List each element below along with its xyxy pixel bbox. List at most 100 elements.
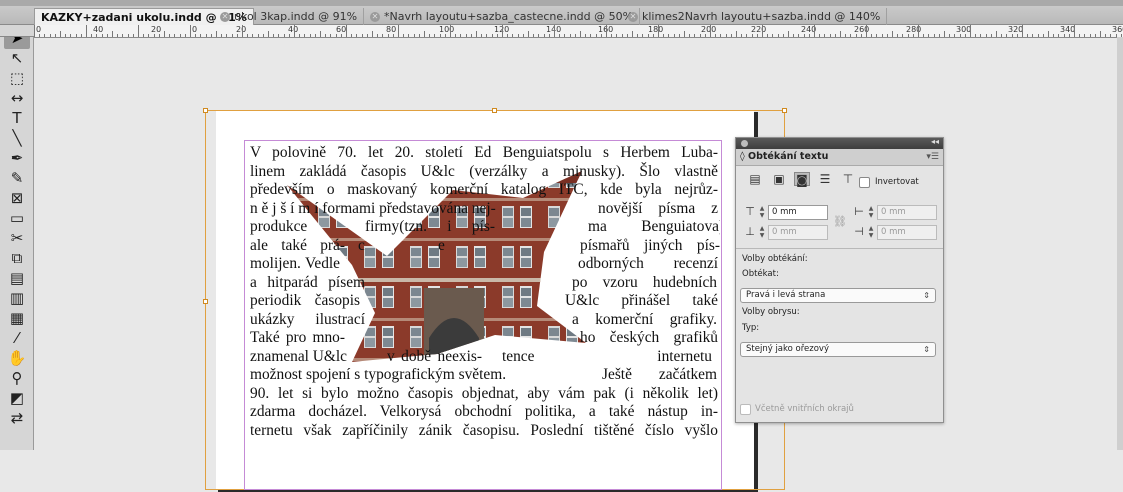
ruler-tick bbox=[372, 31, 373, 37]
ruler-tick bbox=[538, 34, 540, 37]
ruler-tick bbox=[335, 34, 337, 37]
ruler-origin[interactable] bbox=[0, 25, 34, 37]
text-segment: ho českých grafiků bbox=[580, 329, 718, 346]
ruler-tick bbox=[554, 25, 555, 37]
ruler-tick bbox=[647, 34, 649, 37]
ruler-tick bbox=[1032, 34, 1034, 37]
right-offset-stepper[interactable]: ▲ ▼ bbox=[867, 225, 875, 240]
ruler-tick bbox=[912, 34, 914, 37]
direct-selection-tool-icon[interactable]: ↖ bbox=[4, 47, 30, 69]
ruler-tick bbox=[346, 25, 347, 37]
link-offsets-icon[interactable]: ⛓ bbox=[833, 215, 847, 229]
rectangle-frame-tool-icon[interactable]: ⊠ bbox=[4, 187, 30, 209]
zoom-tool-icon[interactable]: ⚲ bbox=[4, 367, 30, 389]
ruler-tick bbox=[356, 34, 358, 37]
ruler-tick bbox=[902, 34, 904, 37]
type-tool-icon[interactable]: T bbox=[4, 107, 30, 129]
ruler-tick bbox=[320, 31, 321, 37]
invert-label: Invertovat bbox=[875, 177, 919, 187]
ruler-label: 340 bbox=[1060, 25, 1076, 34]
body-text-story[interactable]: V polovině 70. let 20. století Ed Bengui… bbox=[250, 144, 720, 488]
panel-title[interactable]: ◊ Obtékání textu bbox=[740, 149, 828, 165]
pen-tool-icon[interactable]: ✒ bbox=[4, 147, 30, 169]
horizontal-ruler[interactable]: 0402002040608010012014016018020022024026… bbox=[34, 25, 1123, 38]
ruler-tick bbox=[824, 34, 826, 37]
panel-menu-icon[interactable]: ▾☰ bbox=[926, 149, 939, 165]
scissors-tool-icon[interactable]: ✂ bbox=[4, 227, 30, 249]
frame-handle[interactable] bbox=[203, 108, 208, 113]
text-line: periodik časopis U&lc přinášel také bbox=[250, 292, 720, 311]
close-icon[interactable]: ✕ bbox=[628, 12, 638, 22]
text-segment: Také pro mno- bbox=[250, 329, 345, 346]
no-wrap-icon[interactable]: ▤ bbox=[747, 172, 763, 186]
ruler-tick bbox=[694, 34, 696, 37]
ruler-tick bbox=[366, 34, 368, 37]
ruler-tick bbox=[798, 34, 800, 37]
ruler-tick bbox=[756, 34, 758, 37]
gradient-feather-tool-icon[interactable]: ▥ bbox=[4, 287, 30, 309]
ruler-tick bbox=[652, 34, 654, 37]
frame-handle[interactable] bbox=[782, 108, 787, 113]
ruler-tick bbox=[673, 34, 675, 37]
wrap-to-select[interactable]: Pravá i levá strana ⇕ bbox=[740, 288, 936, 303]
ruler-tick bbox=[886, 34, 888, 37]
contour-type-select[interactable]: Stejný jako ořezový ⇕ bbox=[740, 342, 936, 357]
jump-object-icon[interactable]: ☰ bbox=[817, 172, 833, 186]
close-icon[interactable]: ✕ bbox=[220, 12, 230, 22]
close-icon[interactable] bbox=[741, 140, 748, 147]
wrap-bounding-box-icon[interactable]: ▣ bbox=[771, 172, 787, 186]
gap-tool-icon[interactable]: ↔ bbox=[4, 87, 30, 109]
top-offset-stepper[interactable]: ▲ ▼ bbox=[758, 205, 766, 220]
select-arrows-icon: ⇕ bbox=[923, 345, 930, 354]
eyedropper-tool-icon[interactable]: ⁄ bbox=[4, 327, 30, 349]
left-offset-field[interactable]: 0 mm bbox=[877, 205, 937, 220]
page-tool-icon[interactable]: ⬚ bbox=[4, 67, 30, 89]
bottom-offset-field[interactable]: 0 mm bbox=[768, 225, 828, 240]
ruler-tick bbox=[1016, 34, 1018, 37]
left-offset-stepper[interactable]: ▲ ▼ bbox=[867, 205, 875, 220]
line-tool-icon[interactable]: ╲ bbox=[4, 127, 30, 149]
ruler-tick bbox=[408, 34, 410, 37]
wrap-object-shape-icon[interactable]: ◙ bbox=[794, 172, 810, 187]
free-transform-tool-icon[interactable]: ⧉ bbox=[4, 247, 30, 269]
frame-handle[interactable] bbox=[492, 108, 497, 113]
pencil-tool-icon[interactable]: ✎ bbox=[4, 167, 30, 189]
bottom-offset-stepper[interactable]: ▲ ▼ bbox=[758, 225, 766, 240]
tab-ukol-3kap[interactable]: ✕ ukol 3kap.indd @ 91% bbox=[214, 8, 365, 25]
ruler-tick bbox=[543, 34, 545, 37]
ruler-label: 100 bbox=[439, 25, 455, 34]
ruler-tick bbox=[148, 34, 150, 37]
ruler-tick bbox=[96, 34, 98, 37]
ruler-tick bbox=[767, 34, 769, 37]
text-segment: firmy(tzn. i pís- bbox=[365, 218, 495, 235]
top-offset-field[interactable]: 0 mm bbox=[768, 205, 828, 220]
scroll-edge[interactable] bbox=[1117, 37, 1123, 450]
hand-tool-icon[interactable]: ✋ bbox=[4, 347, 30, 369]
jump-next-column-icon[interactable]: ⊤ bbox=[840, 172, 856, 186]
include-inside-edges-checkbox[interactable] bbox=[740, 404, 751, 415]
frame-handle[interactable] bbox=[203, 299, 208, 304]
invert-checkbox[interactable] bbox=[859, 177, 870, 188]
rectangle-tool-icon[interactable]: ▭ bbox=[4, 207, 30, 229]
fill-stroke-icon[interactable]: ◩ bbox=[4, 387, 30, 409]
text-segment: ternetu však zapříčinily zánik časopisu.… bbox=[250, 421, 718, 439]
close-icon[interactable]: ✕ bbox=[370, 12, 380, 22]
right-offset-field[interactable]: 0 mm bbox=[877, 225, 937, 240]
tab-klimes2[interactable]: ✕ klimes2Navrh layoutu+sazba.indd @ 140% bbox=[622, 8, 888, 25]
ruler-tick bbox=[283, 34, 285, 37]
panel-titlebar[interactable]: ◂◂ bbox=[736, 137, 943, 149]
ruler-tick bbox=[39, 34, 41, 37]
collapse-icon[interactable]: ◂◂ bbox=[931, 137, 939, 146]
ruler-tick bbox=[626, 34, 628, 37]
text-segment: Ještě začátkem bbox=[602, 366, 717, 383]
ruler-tick bbox=[377, 34, 379, 37]
note-tool-icon[interactable]: ▦ bbox=[4, 307, 30, 329]
gradient-swatch-tool-icon[interactable]: ▤ bbox=[4, 267, 30, 289]
text-line: ale také prá-c e písmařů jiných pís- bbox=[250, 237, 720, 256]
ruler-tick bbox=[450, 25, 451, 37]
swap-colors-icon[interactable]: ⇄ bbox=[4, 407, 30, 429]
tab-navrh-layoutu[interactable]: ✕ *Navrh layoutu+sazba_castecne.indd @ 50… bbox=[364, 8, 641, 25]
document-canvas[interactable]: V polovině 70. let 20. století Ed Bengui… bbox=[34, 38, 1123, 492]
text-line: Také pro mno-ho českých grafiků bbox=[250, 329, 720, 348]
text-line: ukázky ilustrací a komerční grafiky. bbox=[250, 311, 720, 330]
